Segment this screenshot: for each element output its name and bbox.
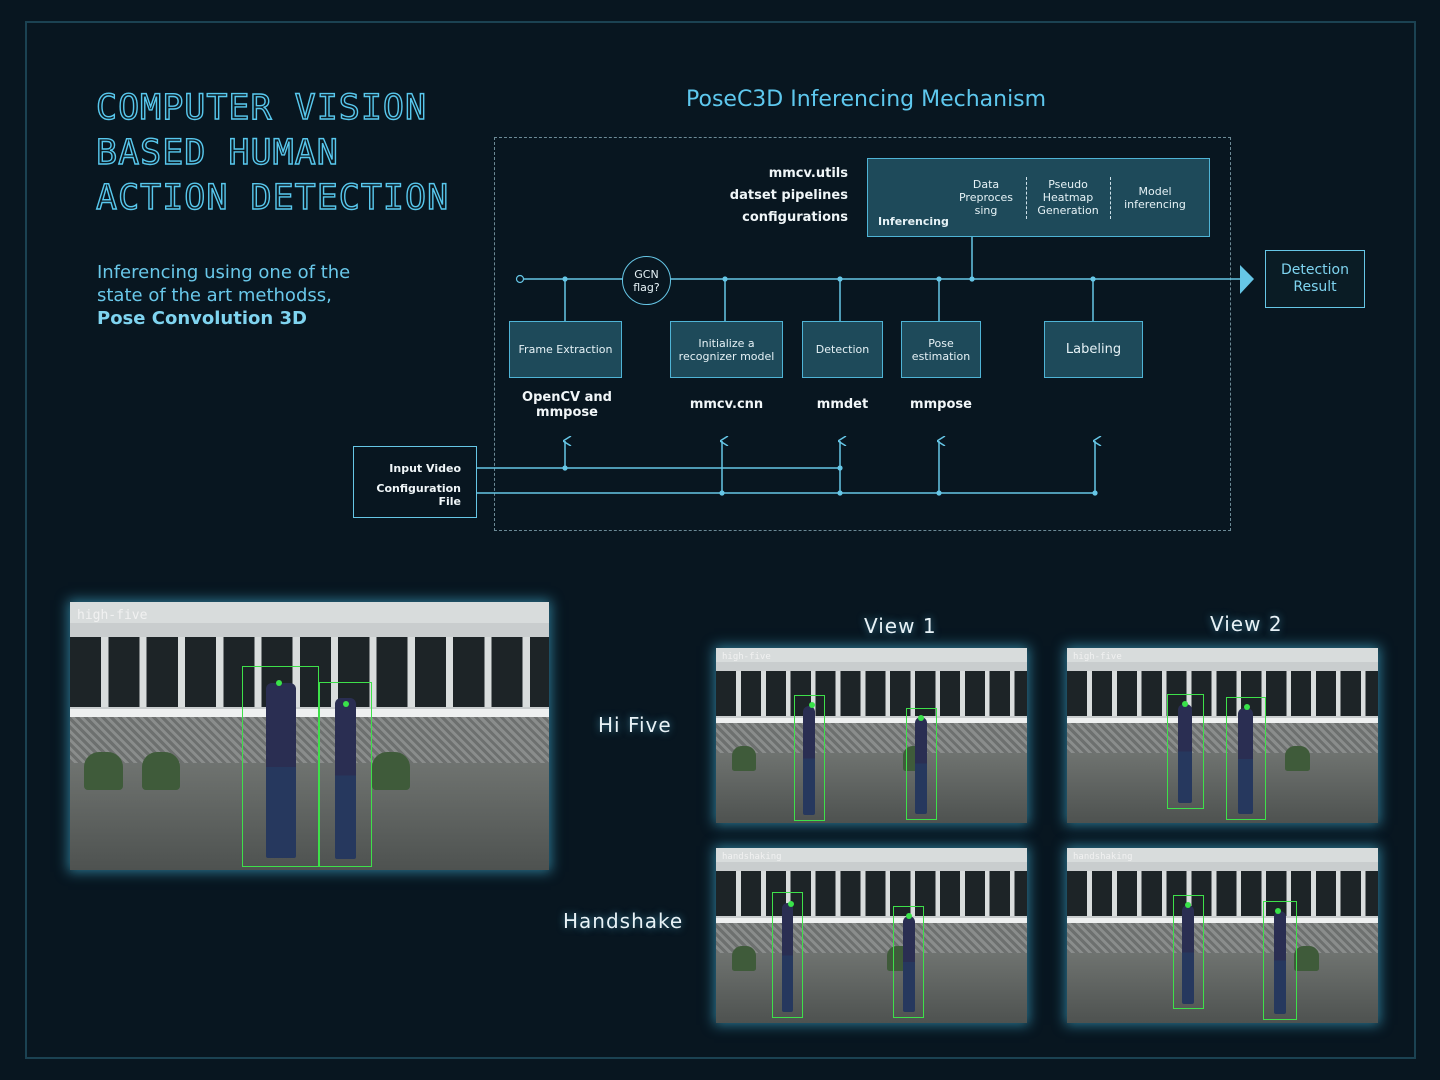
hero-subtitle: Inferencing using one of the state of th… [97,261,397,330]
lib-mmdet: mmdet [816,397,869,412]
subtitle-line: Inferencing using one of the [97,262,351,283]
step-divider [1110,177,1111,219]
hero-title-line: ACTION DETECTION [95,177,450,218]
handshake-view-2-image: handshaking [1067,848,1378,1023]
caption-view-1: View 1 [864,614,937,638]
config-label-file: File [438,495,461,508]
subtitle-method: Pose Convolution 3D [97,308,307,329]
action-label: high-five [722,652,771,662]
hero-title-line: BASED HUMAN [95,132,339,173]
stage-pose-estimation: Pose estimation [901,321,981,378]
stage-labeling: Labeling [1044,321,1143,378]
action-label: high-five [77,608,148,623]
hero-title-line: COMPUTER VISION [95,87,428,128]
caption-view-2: View 2 [1210,612,1283,636]
hero-title: COMPUTER VISION BASED HUMAN ACTION DETEC… [95,86,476,221]
inferencing-label: Inferencing [878,215,949,228]
lib-opencv-mmpose: OpenCV and mmpose [522,390,612,420]
library-label: configurations [742,210,848,225]
step-model-inferencing: Model inferencing [1124,185,1186,211]
action-label: high-five [1073,652,1122,662]
inferencing-box: Inferencing Data Preproces sing Pseudo H… [867,158,1210,237]
hi-five-view-2-image: high-five [1067,648,1378,823]
diagram-title: PoseC3D Inferencing Mechanism [686,87,1047,112]
detection-result-box: Detection Result [1265,250,1365,308]
input-video-label: Input Video [389,462,461,475]
step-data-preprocessing: Data Preproces sing [958,178,1014,217]
caption-hi-five: Hi Five [598,713,672,737]
library-label: datset pipelines [729,188,848,203]
input-video-config-box: Input Video Configuration File [353,446,477,518]
step-pseudo-heatmap: Pseudo Heatmap Generation [1037,178,1099,217]
hi-five-view-1-image: high-five [716,648,1027,823]
gcn-flag-decision: GCN flag? [622,256,671,305]
step-divider [1026,177,1027,219]
stage-frame-extraction: Frame Extraction [509,321,622,378]
caption-handshake: Handshake [563,909,684,933]
stage-detection: Detection [802,321,883,378]
main-demo-image: high-five [70,602,549,870]
library-label: mmcv.utils [768,166,848,181]
lib-mmpose: mmpose [910,397,972,412]
lib-mmcv-cnn: mmcv.cnn [689,397,764,412]
handshake-view-1-image: handshaking [716,848,1027,1023]
action-label: handshaking [1073,852,1133,862]
subtitle-line: state of the art methodss, [97,285,332,306]
config-label: Configuration [376,482,461,495]
action-label: handshaking [722,852,782,862]
top-library-list: mmcv.utils datset pipelines configuratio… [700,163,848,229]
stage-initialize-recognizer: Initialize a recognizer model [670,321,783,378]
